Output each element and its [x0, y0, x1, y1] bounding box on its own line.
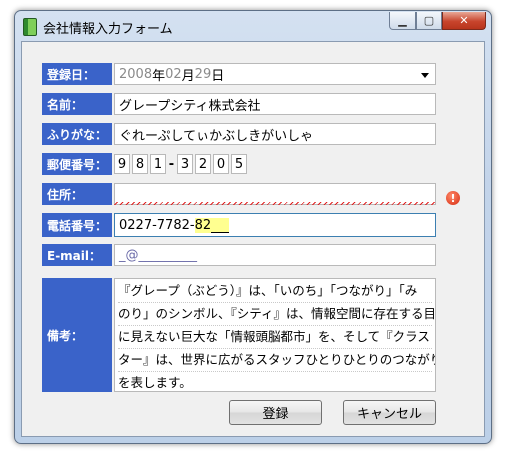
memo-line: ター』は、世界に広がるスタッフひとりひとりのつながり — [118, 349, 435, 372]
date-day[interactable]: 29 — [195, 67, 212, 82]
email-label: E-mail： — [42, 244, 112, 266]
name-field[interactable]: グレープシティ株式会社 — [114, 93, 436, 115]
zip-digit[interactable]: 3 — [177, 154, 193, 174]
form-panel: 登録日： 2008 年 02 月 29 日 名前： グレープシティ株式会社 ふりがな：… — [21, 41, 485, 437]
date-day-suffix: 日 — [211, 68, 225, 84]
phone-text: 0227-7782- — [119, 217, 195, 233]
date-picker[interactable]: 2008 年 02 月 29 日 — [114, 63, 436, 85]
title-bar[interactable]: 会社情報入力フォーム ▁ ▢ ✕ — [15, 11, 491, 41]
memo-line: を表します。 — [118, 372, 432, 391]
close-button[interactable]: ✕ — [442, 12, 486, 30]
chevron-down-icon[interactable] — [421, 73, 429, 78]
name-label: 名前： — [42, 93, 112, 115]
email-field[interactable]: _@_________ — [114, 244, 436, 266]
phone-highlight: 82 — [194, 217, 212, 233]
zip-digit[interactable]: 2 — [195, 154, 211, 174]
memo-line: のり」のシンボル、『シティ』は、情報空間に存在する目 — [118, 303, 435, 326]
maximize-icon: ▢ — [423, 14, 435, 27]
memo-line: に見えない巨大な「情報頭脳都市」を、そして『クラス — [118, 326, 432, 349]
zip-digit[interactable]: 8 — [132, 154, 148, 174]
memo-textarea[interactable]: 『グレープ（ぶどう）』は、「いのち」「つながり」「み のり」のシンボル、『シティ… — [114, 278, 436, 392]
phone-input-slot — [211, 217, 230, 233]
app-window: 会社情報入力フォーム ▁ ▢ ✕ 登録日： 2008 年 02 月 29 日 名前： … — [14, 10, 492, 444]
memo-line: 『グレープ（ぶどう）』は、「いのち」「つながり」「み — [118, 280, 432, 303]
maximize-button[interactable]: ▢ — [416, 12, 442, 30]
minimize-icon: ▁ — [398, 14, 407, 27]
zip-digit[interactable]: 5 — [231, 154, 247, 174]
zip-digit[interactable]: 9 — [114, 154, 130, 174]
email-placeholder: _@_________ — [119, 247, 197, 263]
zip-field[interactable]: 9 8 1 - 3 2 0 5 — [114, 153, 249, 175]
zip-label: 郵便番号： — [42, 153, 112, 175]
close-icon: ✕ — [459, 14, 469, 27]
address-label: 住所： — [42, 183, 112, 205]
phone-label: 電話番号： — [42, 213, 112, 237]
zip-dash: - — [168, 156, 175, 172]
memo-label: 備考： — [42, 278, 112, 392]
date-year-suffix: 年 — [152, 68, 166, 84]
zip-digit[interactable]: 1 — [150, 154, 166, 174]
phone-field[interactable]: 0227-7782- 82 — [114, 213, 436, 237]
app-icon — [23, 18, 37, 36]
date-label: 登録日： — [42, 63, 112, 85]
date-month[interactable]: 02 — [165, 67, 182, 82]
furigana-label: ふりがな： — [42, 123, 112, 145]
validation-underline — [114, 202, 436, 205]
furigana-field[interactable]: ぐれーぷしてぃかぶしきがいしゃ — [114, 123, 436, 145]
date-year[interactable]: 2008 — [119, 67, 152, 82]
error-icon[interactable]: ! — [446, 191, 460, 205]
minimize-button[interactable]: ▁ — [389, 12, 416, 30]
window-title: 会社情報入力フォーム — [43, 22, 173, 37]
date-month-suffix: 月 — [181, 68, 195, 84]
zip-digit[interactable]: 0 — [213, 154, 229, 174]
register-button[interactable]: 登録 — [229, 400, 322, 425]
cancel-button[interactable]: キャンセル — [343, 400, 436, 425]
